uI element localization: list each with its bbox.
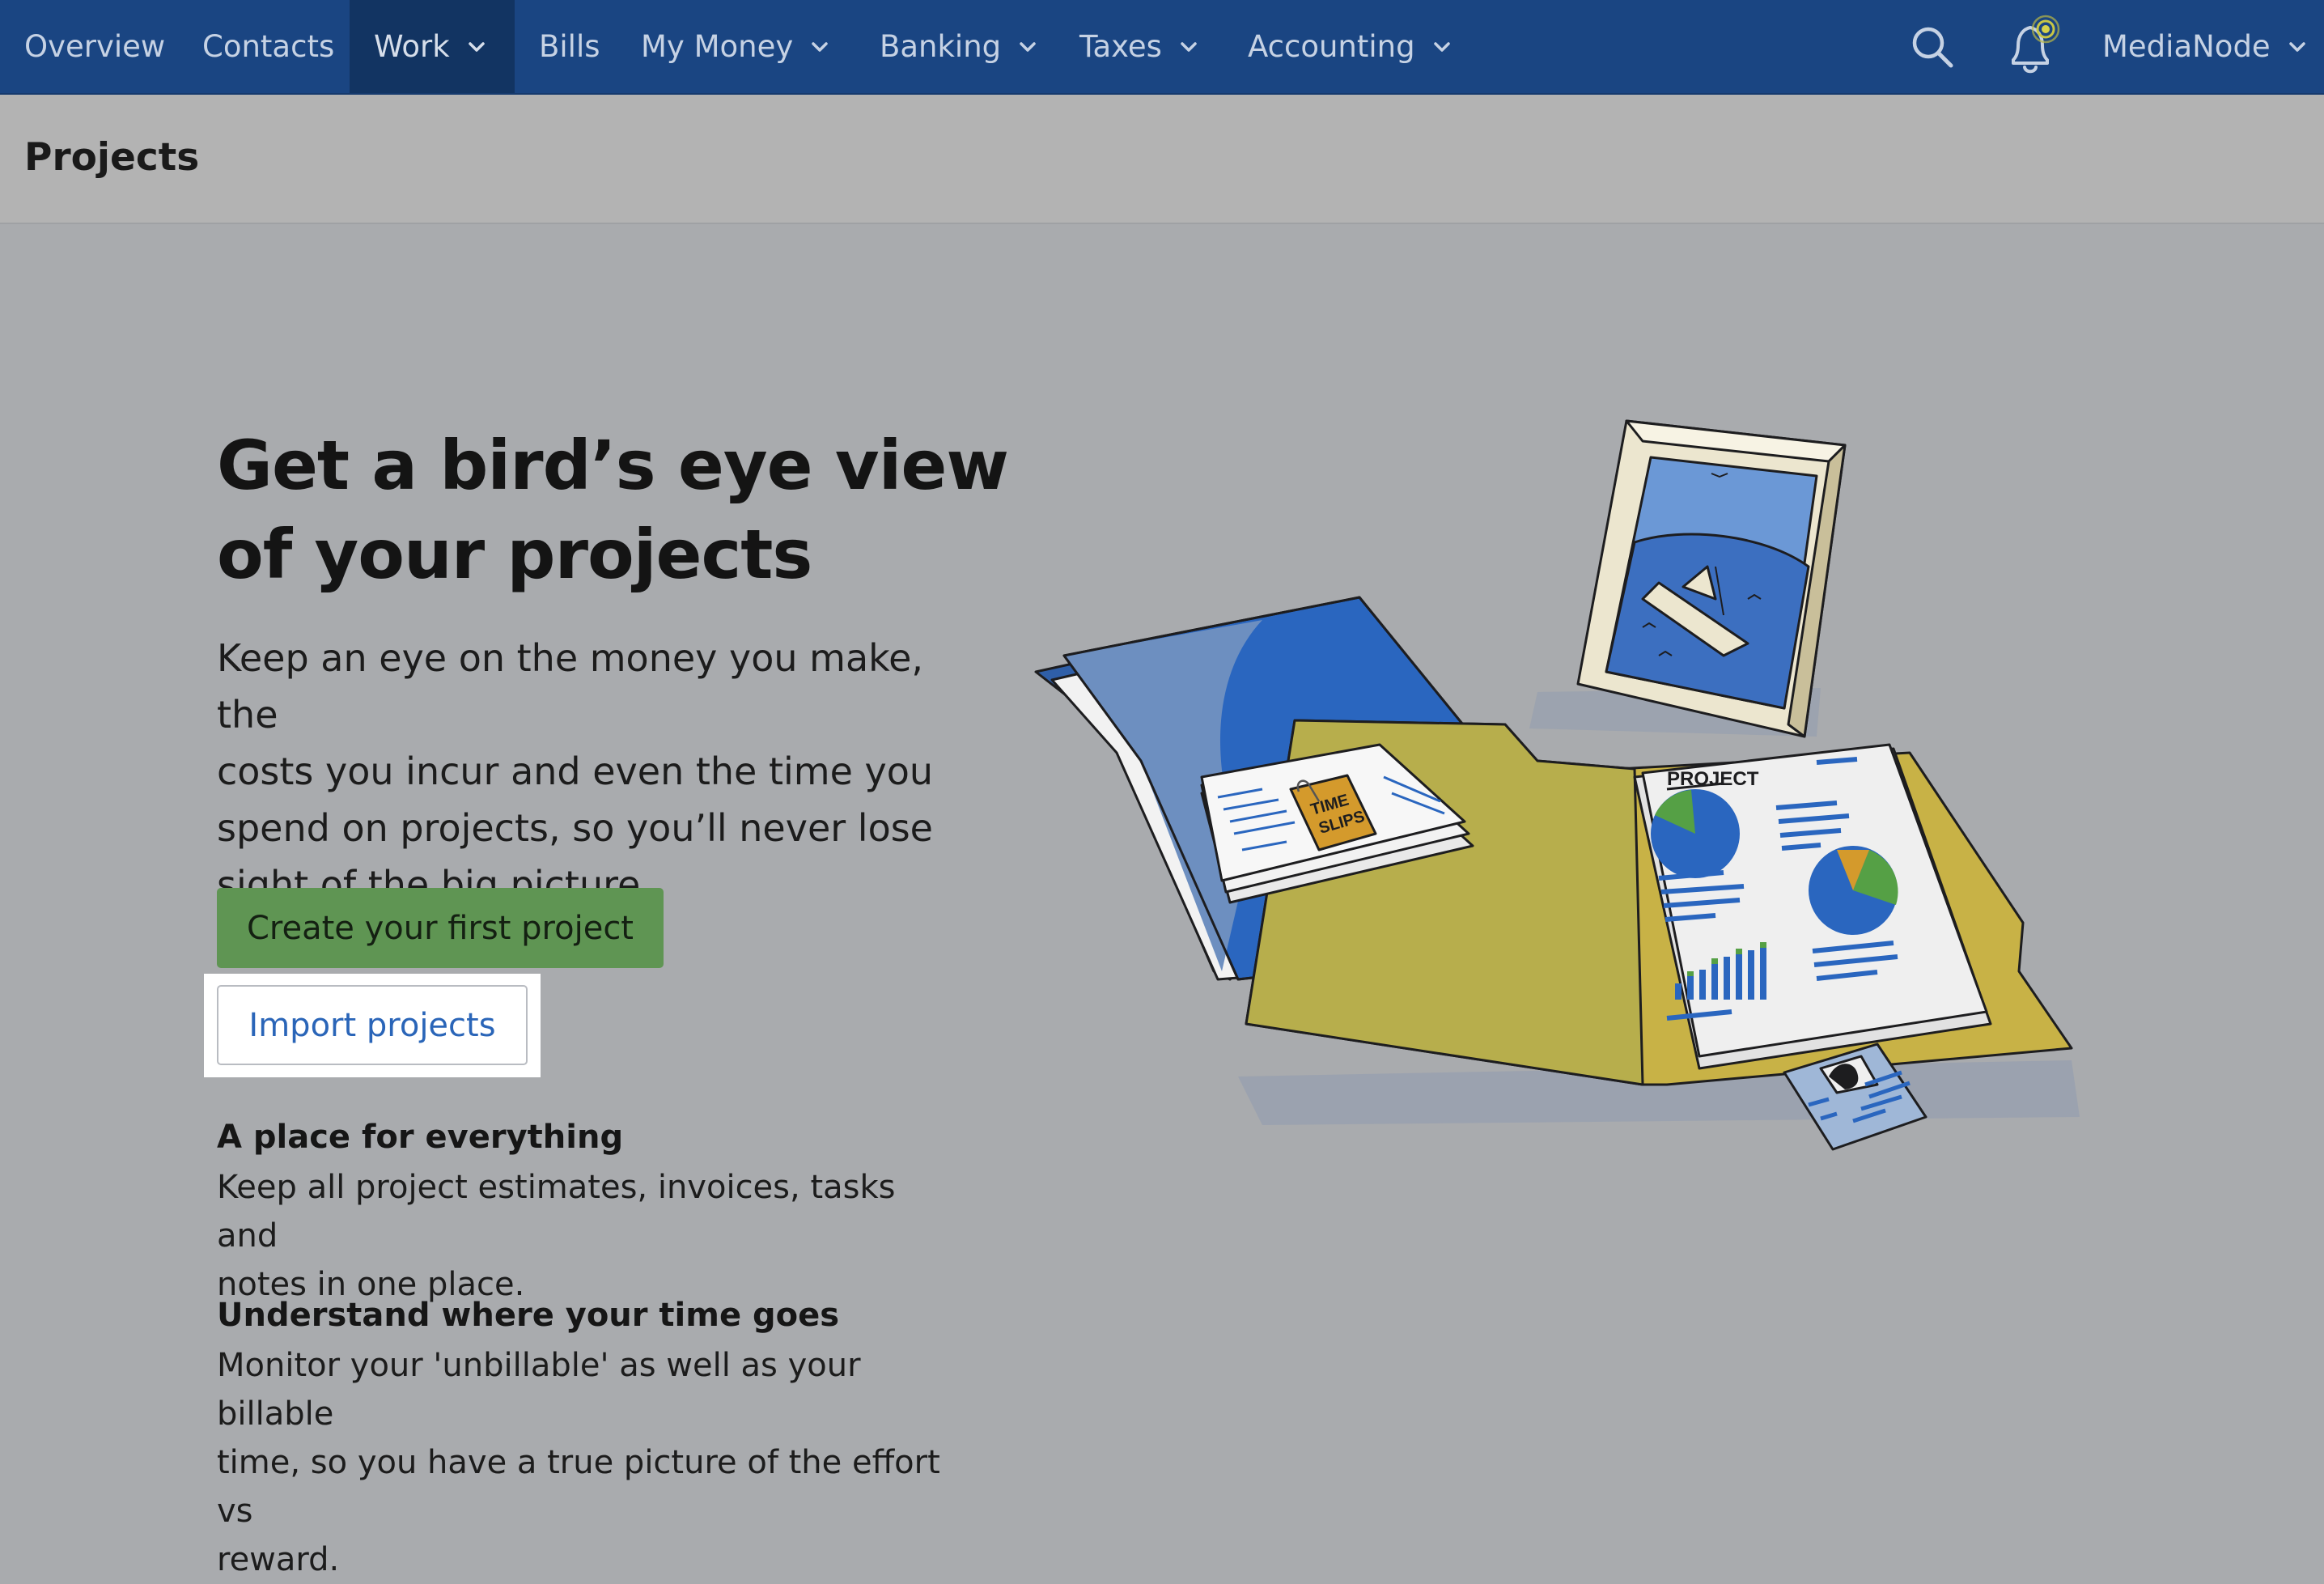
- page-title: Projects: [24, 135, 200, 180]
- top-navigation: Overview Contacts Work Bills My Money Ba…: [0, 0, 2324, 95]
- nav-item-label: Contacts: [202, 29, 335, 64]
- nav-item-label: Banking: [880, 29, 1002, 64]
- hero-title-line: Get a bird’s eye view: [217, 426, 1009, 505]
- notifications-button[interactable]: [2004, 0, 2062, 93]
- nav-item-label: Work: [374, 29, 450, 64]
- search-button[interactable]: [1910, 0, 1955, 93]
- feature-text-line: reward.: [217, 1541, 340, 1578]
- account-label: MediaNode: [2102, 29, 2271, 64]
- chevron-down-icon: [2288, 41, 2305, 52]
- nav-item-taxes[interactable]: Taxes: [1079, 0, 1199, 93]
- hero-description: Keep an eye on the money you make, the c…: [217, 630, 978, 913]
- nav-item-label: Bills: [539, 29, 600, 64]
- feature-text-line: Monitor your 'unbillable' as well as you…: [217, 1347, 861, 1433]
- nav-item-overview[interactable]: Overview: [24, 0, 165, 93]
- chevron-down-icon: [1020, 41, 1036, 52]
- feature-title: Understand where your time goes: [217, 1297, 840, 1334]
- nav-item-accounting[interactable]: Accounting: [1248, 0, 1452, 93]
- chevron-down-icon: [1433, 41, 1450, 52]
- account-menu[interactable]: MediaNode: [2102, 0, 2308, 93]
- nav-item-label: Overview: [24, 29, 166, 64]
- bell-icon: [2012, 15, 2060, 73]
- hero-description-line: Keep an eye on the money you make, the: [217, 636, 924, 737]
- nav-item-work[interactable]: Work: [350, 0, 515, 93]
- nav-item-label: Taxes: [1079, 29, 1162, 64]
- feature-text: Keep all project estimates, invoices, ta…: [217, 1163, 945, 1309]
- nav-item-banking[interactable]: Banking: [880, 0, 1038, 93]
- import-projects-button[interactable]: Import projects: [217, 985, 528, 1065]
- feature-title: A place for everything: [217, 1119, 624, 1156]
- nav-item-bills[interactable]: Bills: [539, 0, 600, 93]
- feature-text-line: Keep all project estimates, invoices, ta…: [217, 1169, 896, 1255]
- nav-item-label: Accounting: [1248, 29, 1415, 64]
- feature-text-line: time, so you have a true picture of the …: [217, 1444, 940, 1530]
- import-projects-highlight: Import projects: [204, 974, 541, 1077]
- nav-item-label: My Money: [641, 29, 794, 64]
- chevron-down-icon: [468, 41, 485, 52]
- page-header: Projects: [0, 95, 2324, 224]
- picture-frame-illustration: [1576, 419, 1847, 738]
- hero-title-line: of your projects: [217, 515, 812, 594]
- create-first-project-button[interactable]: Create your first project: [217, 888, 664, 968]
- hero-description-line: costs you incur and even the time you: [217, 750, 934, 793]
- hero-description-line: spend on projects, so you’ll never lose: [217, 806, 933, 850]
- chevron-down-icon: [1181, 41, 1197, 52]
- hero-title: Get a bird’s eye view of your projects: [217, 421, 1026, 599]
- projects-illustration: PROJECT TIME SLIPS: [1034, 419, 2080, 1151]
- nav-item-contacts[interactable]: Contacts: [202, 0, 334, 93]
- search-icon: [1912, 27, 1953, 67]
- chevron-down-icon: [812, 41, 829, 52]
- nav-item-my-money[interactable]: My Money: [641, 0, 830, 93]
- feature-text: Monitor your 'unbillable' as well as you…: [217, 1341, 945, 1584]
